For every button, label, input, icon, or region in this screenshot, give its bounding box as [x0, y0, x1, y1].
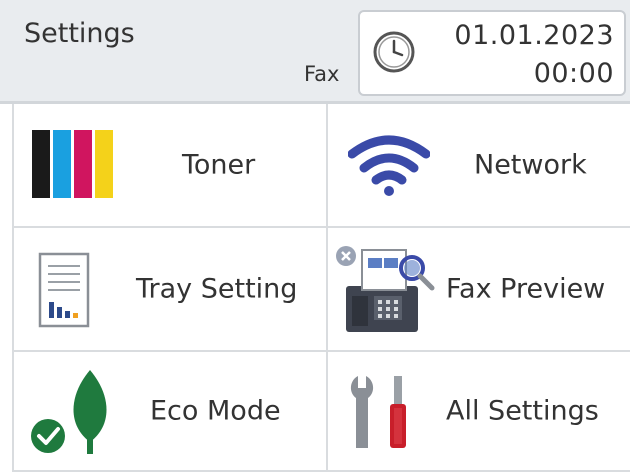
wifi-icon: [348, 135, 430, 196]
eco-mode-label: Eco Mode: [150, 395, 281, 427]
mode-label: Fax: [304, 62, 340, 86]
fax-preview-button[interactable]: Fax Preview: [328, 228, 630, 352]
time-display: 00:00: [533, 58, 614, 89]
header-bar: Settings Fax 01.01.2023 00:00: [0, 0, 630, 104]
tray-setting-button[interactable]: Tray Setting: [14, 228, 328, 352]
toner-button[interactable]: Toner: [14, 104, 328, 228]
network-button[interactable]: Network: [328, 104, 630, 228]
date-display: 01.01.2023: [454, 20, 614, 51]
clock-icon: [373, 31, 415, 73]
tools-icon: [350, 376, 406, 448]
eco-mode-button[interactable]: Eco Mode: [14, 352, 328, 472]
date-time-button[interactable]: 01.01.2023 00:00: [358, 10, 626, 96]
settings-menu-grid: Toner Network Tray Setting Fax Preview E…: [12, 104, 630, 472]
fax-preview-icon: [336, 246, 435, 332]
all-settings-button[interactable]: All Settings: [328, 352, 630, 472]
page-title: Settings: [24, 18, 135, 49]
toner-icon: [32, 130, 113, 198]
tray-setting-icon: [38, 252, 90, 328]
network-label: Network: [474, 149, 587, 181]
fax-preview-label: Fax Preview: [446, 273, 606, 305]
all-settings-label: All Settings: [446, 395, 599, 427]
tray-setting-label: Tray Setting: [136, 273, 298, 305]
eco-mode-icon: [31, 370, 107, 454]
toner-label: Toner: [182, 149, 256, 181]
